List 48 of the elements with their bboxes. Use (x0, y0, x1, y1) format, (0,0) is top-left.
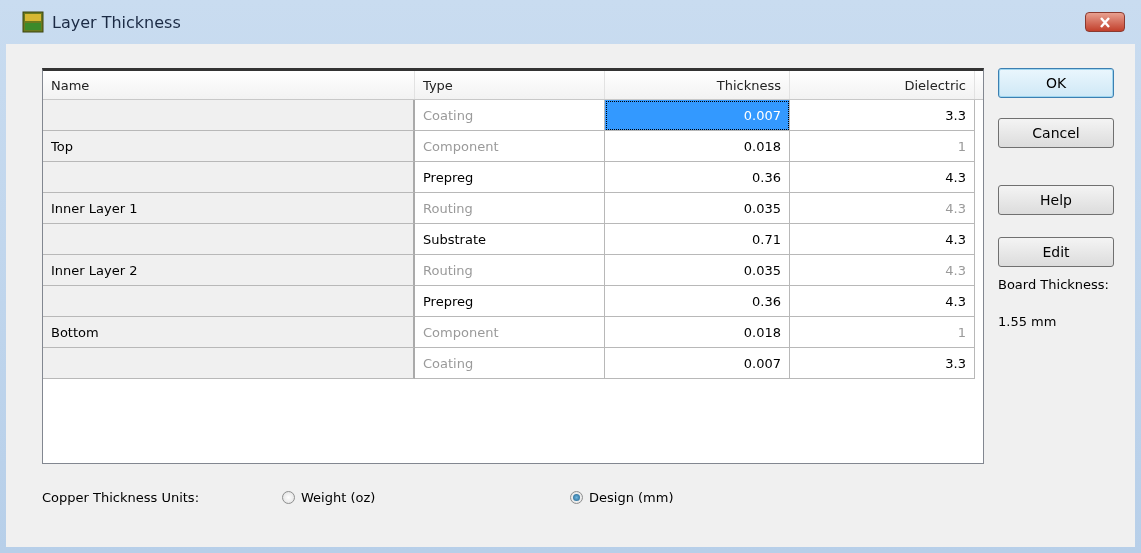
table-cell: 4.3 (790, 224, 975, 255)
table-cell[interactable]: 0.007 (605, 348, 790, 379)
table-cell: 4.3 (790, 162, 975, 193)
table-cell: Component (415, 131, 605, 162)
table-cell: 4.3 (790, 255, 975, 286)
table-cell: Routing (415, 255, 605, 286)
table-cell[interactable]: 0.36 (605, 286, 790, 317)
table-cell[interactable]: 0.018 (605, 131, 790, 162)
table-cell: 4.3 (790, 193, 975, 224)
board-thickness-value: 1.55 mm (998, 314, 1058, 329)
radio-label[interactable]: Weight (oz) (301, 489, 376, 505)
table-cell[interactable]: 0.035 (605, 193, 790, 224)
table-cell: 4.3 (790, 286, 975, 317)
radio-label[interactable]: Design (mm) (589, 489, 674, 505)
window-title: Layer Thickness (52, 12, 181, 32)
dialog-button[interactable]: OK (998, 68, 1114, 98)
table-cell: 3.3 (790, 100, 975, 131)
radio-button[interactable] (570, 490, 583, 504)
close-icon (1099, 16, 1111, 28)
dialog-button[interactable]: Help (998, 185, 1114, 215)
table-cell: Substrate (415, 224, 605, 255)
board-thickness-label: Board Thickness: (998, 277, 1110, 292)
table-cell[interactable]: 0.018 (605, 317, 790, 348)
table-cell: Inner Layer 1 (43, 193, 415, 224)
table-cell: Inner Layer 2 (43, 255, 415, 286)
dialog-button[interactable]: Cancel (998, 118, 1114, 148)
radio-button[interactable] (282, 490, 295, 504)
table-cell: Bottom (43, 317, 415, 348)
table-cell[interactable]: 0.36 (605, 162, 790, 193)
table-cell: Top (43, 131, 415, 162)
app-icon (22, 11, 44, 33)
table-cell: 1 (790, 317, 975, 348)
units-label: Copper Thickness Units: (42, 489, 200, 505)
table-cell: Routing (415, 193, 605, 224)
column-header[interactable]: Thickness (605, 71, 790, 99)
column-header[interactable]: Dielectric (790, 71, 975, 99)
dialog-button[interactable]: Edit (998, 237, 1114, 267)
table-cell: Component (415, 317, 605, 348)
table-cell: 1 (790, 131, 975, 162)
table-cell[interactable]: 0.71 (605, 224, 790, 255)
table-cell: 3.3 (790, 348, 975, 379)
column-header[interactable]: Type (415, 71, 605, 99)
column-header[interactable]: Name (43, 71, 415, 99)
table-cell: Prepreg (415, 286, 605, 317)
table-cell: Prepreg (415, 162, 605, 193)
table-cell: Coating (415, 348, 605, 379)
table-cell[interactable]: 0.035 (605, 255, 790, 286)
close-button[interactable] (1085, 12, 1125, 32)
